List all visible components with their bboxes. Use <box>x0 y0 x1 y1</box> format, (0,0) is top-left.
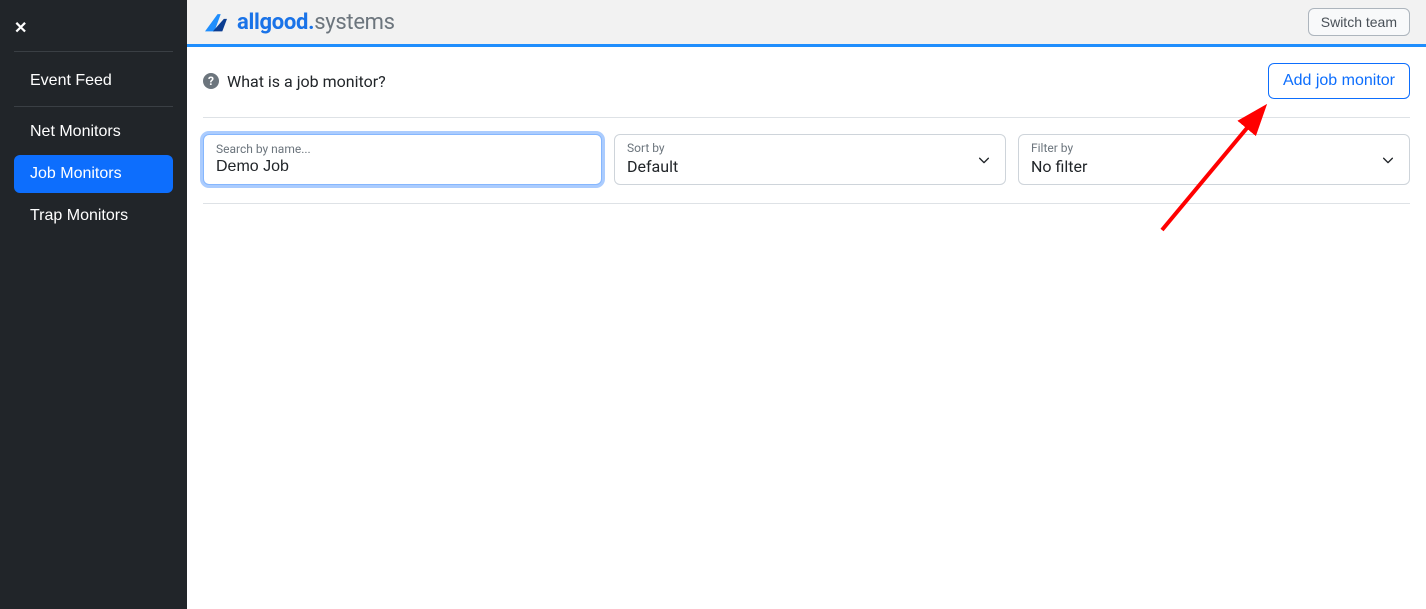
help-link[interactable]: ? What is a job monitor? <box>203 72 386 91</box>
search-field[interactable]: Search by name... <box>203 134 602 185</box>
sidebar-item-net-monitors[interactable]: Net Monitors <box>14 113 173 151</box>
search-input[interactable] <box>216 158 589 176</box>
brand[interactable]: allgood.systems <box>203 10 395 35</box>
close-icon[interactable]: ✕ <box>14 18 27 37</box>
logo-icon <box>203 11 229 33</box>
sort-field[interactable]: Sort by Default <box>614 134 1006 185</box>
page-header: ? What is a job monitor? Add job monitor <box>203 63 1410 99</box>
filter-bar: Search by name... Sort by Default Filter… <box>203 134 1410 185</box>
brand-text: allgood.systems <box>237 10 395 35</box>
header-divider <box>203 117 1410 118</box>
sort-value: Default <box>627 157 993 176</box>
main: allgood.systems Switch team ? What is a … <box>187 0 1426 609</box>
sidebar-item-event-feed[interactable]: Event Feed <box>14 62 173 100</box>
sidebar: ✕ Event Feed Net Monitors Job Monitors T… <box>0 0 187 609</box>
add-job-monitor-button[interactable]: Add job monitor <box>1268 63 1410 99</box>
help-text: What is a job monitor? <box>227 72 386 91</box>
switch-team-button[interactable]: Switch team <box>1308 8 1410 36</box>
sidebar-divider-sub <box>14 106 173 107</box>
search-label: Search by name... <box>216 142 589 156</box>
filter-label: Filter by <box>1031 141 1397 155</box>
brand-part2: systems <box>314 10 395 35</box>
filter-value: No filter <box>1031 157 1397 176</box>
topbar: allgood.systems Switch team <box>187 0 1426 44</box>
filter-field[interactable]: Filter by No filter <box>1018 134 1410 185</box>
sidebar-item-job-monitors[interactable]: Job Monitors <box>14 155 173 193</box>
sidebar-divider-top <box>14 51 173 52</box>
sidebar-nav: Event Feed <box>0 62 187 100</box>
content: ? What is a job monitor? Add job monitor… <box>187 47 1426 220</box>
chevron-down-icon <box>977 153 991 167</box>
sort-label: Sort by <box>627 141 993 155</box>
chevron-down-icon <box>1381 153 1395 167</box>
help-icon: ? <box>203 73 219 89</box>
results-divider <box>203 203 1410 204</box>
sidebar-item-trap-monitors[interactable]: Trap Monitors <box>14 197 173 235</box>
brand-part1: allgood <box>237 10 308 35</box>
sidebar-nav-monitors: Net Monitors Job Monitors Trap Monitors <box>0 113 187 235</box>
